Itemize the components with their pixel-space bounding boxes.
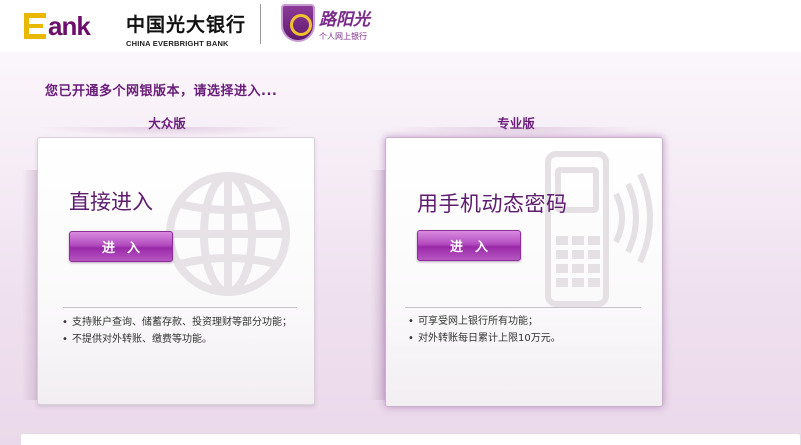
ebank-logo[interactable]: ank [24, 8, 91, 44]
card-shadow [370, 170, 386, 400]
ebank-logo-text: ank [48, 10, 91, 41]
card-divider [63, 307, 297, 308]
footer-strip [20, 433, 801, 445]
ceb-logo: 中国光大银行 CHINA EVERBRIGHT BANK [126, 10, 246, 48]
ebank-e-icon [24, 13, 46, 39]
card-shadow [22, 170, 38, 400]
pro-card-title: 用手机动态密码 [417, 192, 568, 216]
feature-item: 对外转账每日累计上限10万元。 [406, 330, 652, 347]
public-enter-button[interactable]: 进入 [69, 231, 173, 262]
feature-item: 支持账户查询、储蓄存款、投资理财等部分功能； [60, 314, 306, 331]
card-divider [405, 307, 641, 308]
mobile-phone-icon [545, 151, 653, 307]
header: ank 中国光大银行 CHINA EVERBRIGHT BANK 路阳光 个人网… [0, 0, 801, 52]
pro-feature-list: 可享受网上银行所有功能； 对外转账每日累计上限10万元。 [406, 313, 652, 347]
feature-item: 可享受网上银行所有功能； [406, 313, 652, 330]
panel-title-pro: 专业版 [386, 113, 646, 137]
feature-item: 不提供对外转账、缴费等功能。 [60, 331, 306, 348]
sunshine-logo-sub: 个人网上银行 [319, 31, 367, 41]
header-divider [260, 4, 261, 44]
public-card-title: 直接进入 [69, 190, 153, 214]
panel-title-public: 大众版 [37, 113, 297, 137]
sunshine-logo-cn: 路阳光 [319, 9, 370, 30]
pro-edition-card: 用手机动态密码 进入 可享受网上银行所有功能； 对外转账每日累计上限10万元。 [385, 137, 663, 407]
version-notice: 您已开通多个网银版本，请选择进入... [45, 84, 278, 99]
ceb-logo-en: CHINA EVERBRIGHT BANK [126, 39, 229, 48]
sunshine-logo: 路阳光 个人网上银行 [281, 4, 370, 42]
globe-icon [166, 172, 290, 296]
ceb-logo-cn: 中国光大银行 [126, 14, 247, 36]
public-edition-card: 直接进入 进入 支持账户查询、储蓄存款、投资理财等部分功能； 不提供对外转账、缴… [37, 137, 315, 405]
pro-enter-button[interactable]: 进入 [417, 230, 521, 261]
sunshine-shield-icon [281, 4, 315, 42]
public-feature-list: 支持账户查询、储蓄存款、投资理财等部分功能； 不提供对外转账、缴费等功能。 [60, 314, 306, 348]
